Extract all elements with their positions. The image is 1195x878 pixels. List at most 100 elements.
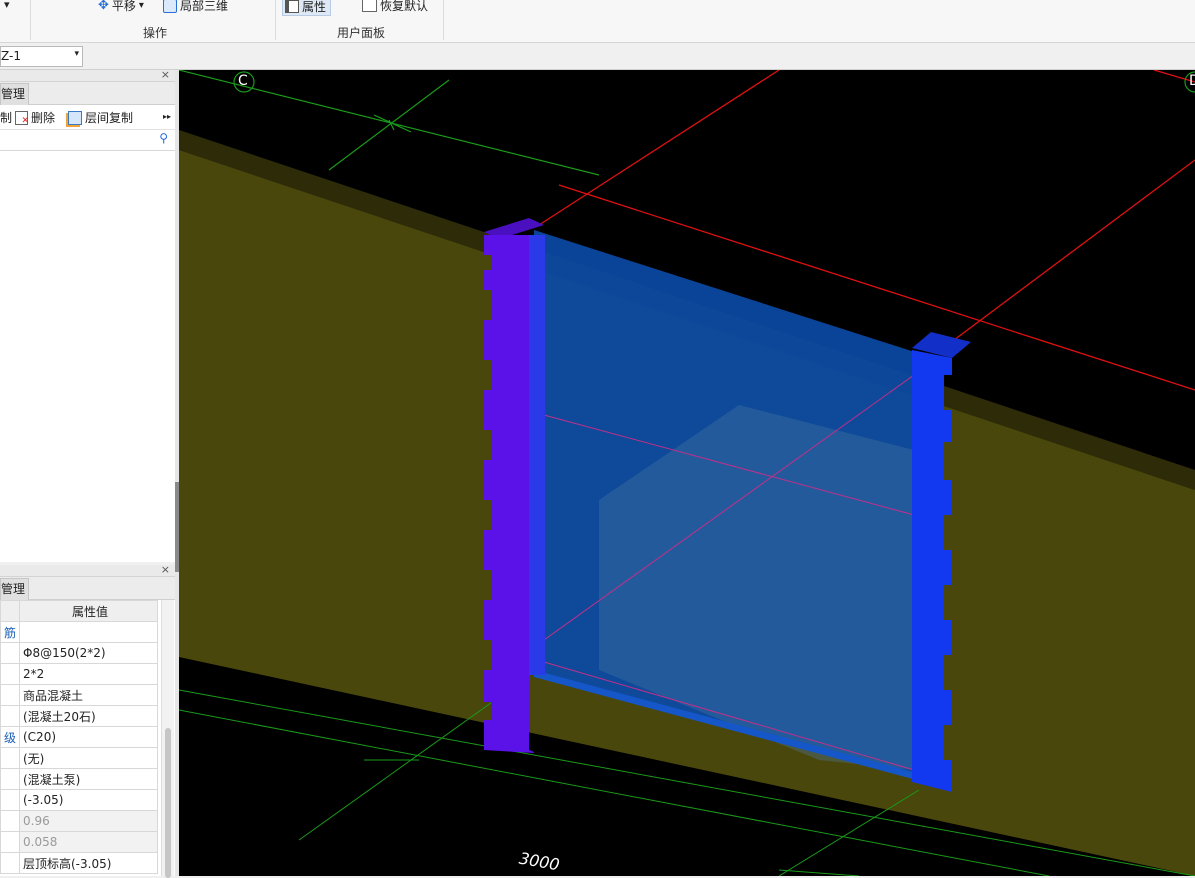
panel-header: × <box>0 68 175 82</box>
scrollbar-thumb[interactable] <box>165 728 171 878</box>
restore-icon <box>362 0 377 12</box>
tab-manage-label: 管理 <box>1 582 26 596</box>
group-user-panel-label: 用户面板 <box>336 26 385 40</box>
grid-line-green <box>778 869 860 876</box>
property-value[interactable]: 0.96 <box>19 810 158 832</box>
floor-copy-label: 层间复制 <box>85 111 134 125</box>
panel-header: × <box>0 563 175 577</box>
property-value[interactable]: (混凝土20石) <box>19 705 158 727</box>
property-name <box>0 852 20 874</box>
grid-line-red <box>953 159 1195 341</box>
delete-icon: ✕ <box>15 110 29 125</box>
pan-icon: ✥ <box>98 0 109 13</box>
property-value[interactable]: (-3.05) <box>19 789 158 811</box>
property-row[interactable]: 级 (C20) <box>0 726 158 748</box>
restore-default-button[interactable]: 恢复默认 <box>362 0 428 14</box>
delete-label: 删除 <box>31 111 56 125</box>
property-name: 级 <box>0 726 20 748</box>
chevron-down-icon: ▾ <box>74 49 79 59</box>
group-operations-label: 操作 <box>142 26 167 40</box>
floor-copy-button[interactable]: 层间复制 <box>68 109 133 126</box>
property-value[interactable]: 2*2 <box>19 663 158 685</box>
property-name <box>0 810 20 832</box>
column-left-inner <box>529 235 545 675</box>
tab-manage[interactable]: 管理 <box>0 83 29 105</box>
property-value[interactable] <box>19 621 158 643</box>
close-icon[interactable]: × <box>161 563 170 576</box>
ribbon-left-arrow[interactable]: ▾ <box>4 0 10 11</box>
close-icon[interactable]: × <box>161 68 170 81</box>
restore-label: 恢复默认 <box>380 0 429 13</box>
properties-label: 属性 <box>302 0 327 14</box>
property-value[interactable]: 商品混凝土 <box>19 684 158 706</box>
property-name: 筋 <box>0 621 20 643</box>
panel-tabstrip: 管理 <box>0 82 175 105</box>
property-name <box>0 768 20 790</box>
3d-scene[interactable] <box>179 70 1195 876</box>
property-row[interactable]: (混凝土泵) <box>0 768 158 790</box>
property-row[interactable]: 商品混凝土 <box>0 684 158 706</box>
scrollbar[interactable] <box>161 600 174 878</box>
component-select-value: Z-1 <box>1 49 21 63</box>
property-name <box>0 705 20 727</box>
property-name <box>0 789 20 811</box>
property-name <box>0 831 20 853</box>
chevron-down-icon: ▾ <box>138 0 144 11</box>
property-name-header <box>0 600 20 622</box>
component-select[interactable]: Z-1 ▾ <box>0 46 83 67</box>
axis-label-d: D <box>1189 73 1195 89</box>
property-row[interactable]: 筋 <box>0 621 158 643</box>
copy-button[interactable]: 制 <box>0 109 12 126</box>
property-value[interactable]: (C20) <box>19 726 158 748</box>
more-arrow-icon[interactable]: ▸▸ <box>163 112 171 121</box>
axis-label-c: C <box>238 73 248 89</box>
ribbon: ▾ ✥ 平移 ▾ 局部三维 操作 属性 恢复默认 用户面板 <box>0 0 1195 43</box>
property-value[interactable]: Φ8@150(2*2) <box>19 642 158 664</box>
property-row[interactable]: 0.96 <box>0 810 158 832</box>
3d-viewport[interactable]: C D 3000 <box>179 70 1195 876</box>
grid-line-red <box>538 70 780 226</box>
panel-toolbar: 制 ✕ 删除 层间复制 ▸▸ <box>0 105 175 130</box>
property-row[interactable]: 0.058 <box>0 831 158 853</box>
ribbon-separator <box>275 0 276 40</box>
property-name <box>0 663 20 685</box>
property-name <box>0 642 20 664</box>
panel-tabstrip: 管理 <box>0 577 175 600</box>
pan-button[interactable]: ✥ 平移 ▾ <box>98 0 144 14</box>
grid-line-green <box>778 789 920 876</box>
property-value[interactable]: 层顶标高(-3.05) <box>19 852 158 874</box>
pan-label: 平移 <box>111 0 136 13</box>
tab-manage-label: 管理 <box>1 87 26 101</box>
property-header-row: 属性值 <box>0 600 158 622</box>
property-row[interactable]: (混凝土20石) <box>0 705 158 727</box>
property-name <box>0 684 20 706</box>
property-row[interactable]: Φ8@150(2*2) <box>0 642 158 664</box>
delete-button[interactable]: ✕ 删除 <box>15 109 55 126</box>
property-row[interactable]: (无) <box>0 747 158 769</box>
local-3d-label: 局部三维 <box>180 0 229 13</box>
property-name <box>0 747 20 769</box>
local-3d-icon <box>163 0 177 13</box>
local-3d-button[interactable]: 局部三维 <box>163 0 228 14</box>
component-list-panel: × 管理 制 ✕ 删除 层间复制 ▸▸ ⚲ <box>0 68 176 562</box>
grid-line-green <box>373 114 412 133</box>
property-value[interactable]: (无) <box>19 747 158 769</box>
properties-icon <box>285 0 299 13</box>
properties-button[interactable]: 属性 <box>282 0 332 16</box>
property-row[interactable]: 层顶标高(-3.05) <box>0 852 158 874</box>
ribbon-separator <box>30 0 31 40</box>
property-row[interactable]: 2*2 <box>0 663 158 685</box>
property-value[interactable]: 0.058 <box>19 831 158 853</box>
search-icon[interactable]: ⚲ <box>159 131 168 145</box>
property-row[interactable]: (-3.05) <box>0 789 158 811</box>
grid-line-green <box>328 79 450 171</box>
property-panel: × 管理 属性值 筋 Φ8@150(2*2) 2*2 商品混凝土 (混凝土20石) 级 (C… <box>0 563 176 878</box>
column-left <box>484 235 534 753</box>
tab-manage[interactable]: 管理 <box>0 578 29 600</box>
property-value[interactable]: (混凝土泵) <box>19 768 158 790</box>
copy-label: 制 <box>0 111 13 125</box>
search-input[interactable]: ⚲ <box>0 130 175 151</box>
ribbon-separator <box>443 0 444 40</box>
grid-line-green <box>298 689 510 841</box>
property-table: 属性值 筋 Φ8@150(2*2) 2*2 商品混凝土 (混凝土20石) 级 (C20) (无… <box>0 600 158 874</box>
